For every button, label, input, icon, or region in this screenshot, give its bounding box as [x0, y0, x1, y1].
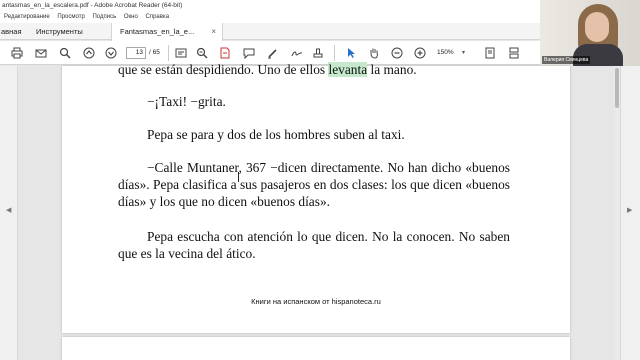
menu-help[interactable]: Справка	[146, 11, 170, 23]
zoom-in-icon[interactable]	[413, 46, 427, 60]
paragraph-taxi: −¡Taxi! −grita.	[147, 94, 226, 109]
paragraph-pepa-para: Pepa se para y dos de los hombres suben …	[147, 127, 405, 142]
toolbar-divider	[168, 45, 169, 61]
email-icon[interactable]	[34, 46, 48, 60]
page-footer: Книги на испанском от hispanoteca.ru	[251, 297, 381, 306]
highlight-pen-icon[interactable]	[266, 46, 280, 60]
previous-page-icon[interactable]	[82, 46, 96, 60]
zoom-out-icon[interactable]	[390, 46, 404, 60]
paragraph-escucha: Pepa escucha con atención lo que dicen. …	[118, 229, 510, 261]
menu-sign[interactable]: Подпись	[92, 11, 116, 23]
toolbar-divider	[334, 45, 335, 61]
pdf-page: que se están despidiendo. Uno de ellos l…	[62, 62, 570, 333]
acrobat-reader-window: antasmas_en_la_escalera.pdf - Adobe Acro…	[0, 0, 640, 360]
window-title: antasmas_en_la_escalera.pdf - Adobe Acro…	[2, 2, 183, 9]
comment-icon[interactable]	[242, 46, 256, 60]
tab-document[interactable]: Fantasmas_en_la_e... ×	[111, 23, 223, 41]
stamp-icon[interactable]	[311, 46, 325, 60]
page-total: / 65	[149, 49, 160, 56]
text-segment: la mano.	[367, 62, 417, 77]
fit-page-icon[interactable]	[483, 46, 497, 60]
sign-icon[interactable]	[290, 46, 304, 60]
hand-tool-icon[interactable]	[367, 46, 381, 60]
text-segment: que se están despidiendo. Uno de ellos	[118, 62, 329, 77]
text-cursor	[238, 172, 239, 182]
document-area[interactable]: ◀ que se están despidiendo. Uno de ellos…	[0, 62, 640, 360]
chevron-down-icon[interactable]: ▾	[462, 47, 465, 59]
search-icon[interactable]	[58, 46, 72, 60]
scroll-mode-icon[interactable]	[507, 46, 521, 60]
webcam-overlay: Валерия Свинцева	[540, 0, 640, 66]
text-line-1: que se están despidiendo. Uno de ellos l…	[118, 61, 518, 78]
select-text-icon[interactable]	[174, 46, 188, 60]
tab-home[interactable]: авная	[0, 23, 26, 40]
menu-view[interactable]: Просмотр	[57, 11, 84, 23]
next-page-icon[interactable]	[104, 46, 118, 60]
pdf-icon[interactable]	[218, 46, 232, 60]
webcam-name-label: Валерия Свинцева	[542, 56, 591, 64]
menu-edit[interactable]: Редактирование	[4, 11, 50, 23]
webcam-person-face	[585, 12, 609, 42]
chevron-left-icon[interactable]: ◀	[6, 206, 11, 214]
page-number-input[interactable]: 13	[126, 47, 146, 59]
next-pdf-page	[62, 337, 570, 360]
close-tab-icon[interactable]: ×	[211, 23, 216, 40]
highlighted-word: levanta	[328, 62, 368, 77]
scrollbar-thumb[interactable]	[615, 68, 619, 108]
tab-tools[interactable]: Инструменты	[30, 23, 94, 40]
tab-document-label: Fantasmas_en_la_e...	[120, 27, 195, 36]
pointer-tool-icon[interactable]	[344, 46, 358, 60]
menu-window[interactable]: Окно	[124, 11, 138, 23]
print-icon[interactable]	[10, 46, 24, 60]
chevron-right-icon[interactable]: ▶	[627, 206, 632, 214]
paragraph-muntaner: −Calle Muntaner, 367 −dicen directamente…	[118, 160, 510, 209]
zoom-icon[interactable]	[195, 46, 209, 60]
